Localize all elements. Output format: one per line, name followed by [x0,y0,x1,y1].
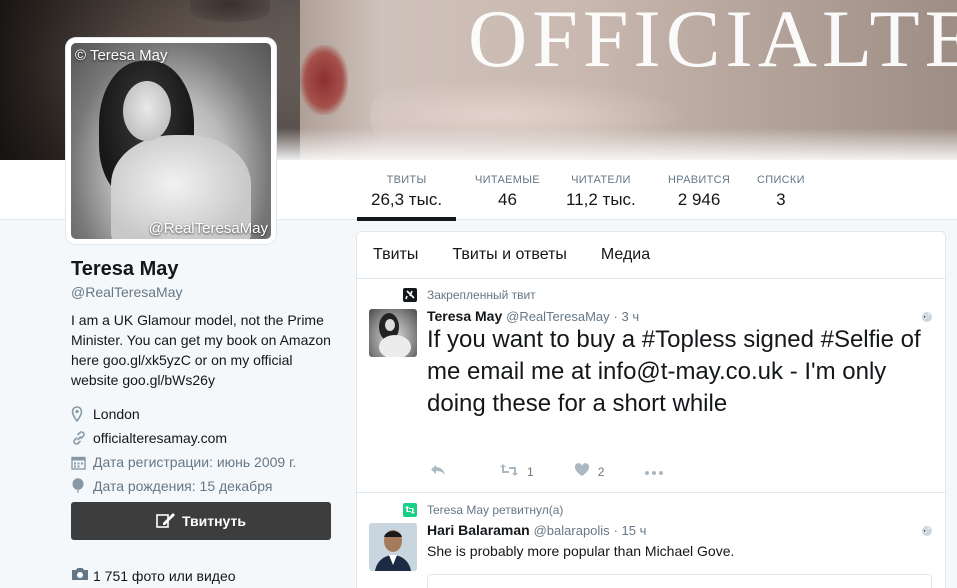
tweet-pinned[interactable]: Закрепленный твит Teresa May @RealTeresa… [357,279,945,493]
link-icon [71,430,93,446]
avatar-copyright: © Teresa May [75,47,168,64]
tweet-time[interactable]: · 3 ч [614,309,640,324]
stat-likes[interactable]: НРАВИТСЯ 2 946 [668,174,730,210]
tweet-author-handle[interactable]: @RealTeresaMay [506,309,610,324]
location-pin-icon [71,406,93,422]
profile-joined: Дата регистрации: июнь 2009 г. [71,450,333,474]
reply-button[interactable] [429,463,447,480]
profile-handle[interactable]: @RealTeresaMay [71,284,333,300]
pinned-label: Закрепленный твит [427,288,536,302]
tab-tweets-replies[interactable]: Твиты и ответы [452,246,567,264]
profile-avatar[interactable]: © Teresa May @RealTeresaMay [66,38,276,244]
tweet-text: If you want to buy a #Topless signed #Se… [427,324,937,420]
tweet-author-name[interactable]: Teresa May [427,308,502,324]
tweet-text-part: signed [736,326,821,353]
stat-value: 11,2 тыс. [566,190,636,209]
stat-label: ЧИТАЕМЫЕ [475,174,540,186]
website-link[interactable]: officialteresamay.com [93,430,227,446]
tweet-text-part: If you want to buy a [427,326,642,353]
tweet-header: Teresa May @RealTeresaMay · 3 ч [427,308,639,324]
stat-value: 3 [776,190,786,209]
tweet-time[interactable]: · 15 ч [614,523,647,538]
birthday-text: Дата рождения: 15 декабря [93,478,273,494]
profile-birthday: Дата рождения: 15 декабря [71,474,333,498]
tweet-retweet[interactable]: Teresa May ретвитнул(а) Hari Balaraman @… [357,493,945,588]
like-button[interactable]: 2 [574,463,605,480]
compose-quill-icon [156,511,176,532]
stat-tweets[interactable]: ТВИТЫ 26,3 тыс. [356,174,457,221]
heart-icon [574,463,590,480]
stat-value: 2 946 [677,190,721,209]
calendar-icon [71,455,93,470]
globe-icon [921,524,933,536]
profile-website: officialteresamay.com [71,426,333,450]
tweet-avatar[interactable] [369,309,417,357]
retweet-icon [499,463,519,480]
banner-text: OFFICIALTER [468,0,957,84]
hashtag-topless[interactable]: #Topless [642,326,737,353]
quoted-card[interactable] [427,574,932,588]
tweet-header: Hari Balaraman @balarapolis · 15 ч [427,522,646,538]
like-count: 2 [597,464,605,479]
stat-label: ЧИТАТЕЛИ [571,174,631,186]
tweet-text: She is probably more popular than Michae… [427,543,735,559]
stat-lists[interactable]: СПИСКИ 3 [757,174,805,210]
pin-icon [403,288,417,302]
profile-name[interactable]: Teresa May [71,258,333,281]
timeline-tabs: Твиты Твиты и ответы Медиа [357,232,945,279]
camera-icon [71,567,89,584]
more-button[interactable] [644,465,664,479]
hashtag-selfie[interactable]: #Selfie [821,326,894,353]
profile-bio: I am a UK Glamour model, not the Prime M… [71,312,331,388]
tweet-to-button[interactable]: Твитнуть [71,502,331,540]
balloon-icon [71,478,93,494]
reply-icon [429,463,447,480]
stat-label: СПИСКИ [757,174,805,186]
stat-following[interactable]: ЧИТАЕМЫЕ 46 [475,174,540,210]
tweet-avatar[interactable] [369,523,417,571]
location-text[interactable]: London [93,406,140,422]
retweet-count: 1 [527,464,534,479]
timeline: Твиты Твиты и ответы Медиа Закрепленный … [356,231,946,588]
joined-text: Дата регистрации: июнь 2009 г. [93,454,297,470]
retweeted-label: Teresa May ретвитнул(а) [427,503,564,517]
avatar-watermark: @RealTeresaMay [148,220,268,237]
stat-label: НРАВИТСЯ [668,174,731,186]
globe-icon [921,310,933,322]
retweet-context-icon [403,503,417,517]
stat-label: ТВИТЫ [386,174,427,186]
tweet-author-name[interactable]: Hari Balaraman [427,522,530,538]
stat-followers[interactable]: ЧИТАТЕЛИ 11,2 тыс. [566,174,636,210]
photos-videos-link[interactable]: 1 751 фото или видео [71,567,236,584]
tweet-author-handle[interactable]: @balarapolis [534,523,610,538]
tab-tweets[interactable]: Твиты [373,246,418,264]
retweet-button[interactable]: 1 [499,463,534,480]
stat-value: 46 [497,190,517,209]
profile-location: London [71,402,333,426]
tab-media[interactable]: Медиа [601,246,650,264]
profile-card: Teresa May @RealTeresaMay I am a UK Glam… [71,258,333,498]
stat-value: 26,3 тыс. [371,190,443,209]
tweet-actions: 1 2 [429,463,704,480]
media-count: 1 751 фото или видео [93,567,236,584]
tweet-button-label: Твитнуть [182,513,246,529]
more-dots-icon [644,465,664,479]
